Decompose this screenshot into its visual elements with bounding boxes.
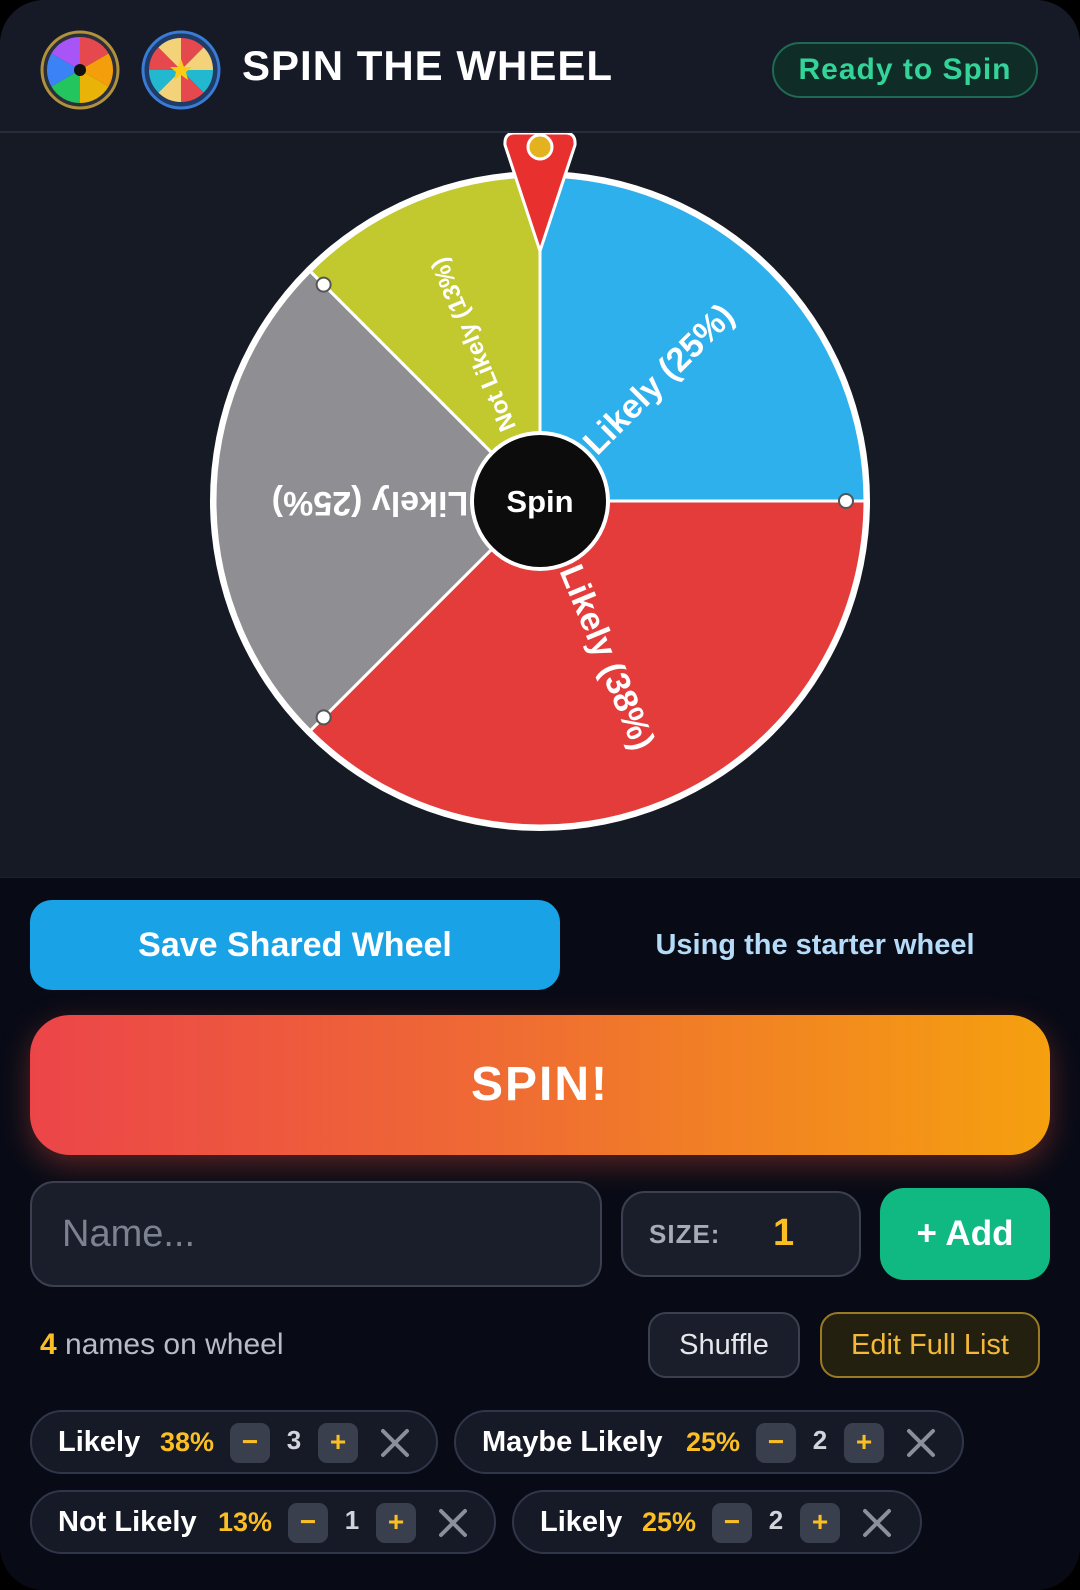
size-label: SIZE:: [649, 1219, 721, 1249]
entry-name: Likely: [58, 1426, 141, 1458]
name-input[interactable]: [30, 1181, 602, 1287]
wheel-peg: [315, 276, 332, 293]
entry-weight: 3: [286, 1425, 302, 1455]
add-button[interactable]: + Add: [880, 1188, 1050, 1280]
entry-name: Likely: [540, 1506, 623, 1538]
app-title: SPIN THE WHEEL: [242, 42, 614, 89]
pointer-dot: [526, 133, 554, 161]
entry-weight: 2: [812, 1425, 828, 1455]
entry-chip: Maybe Likely 25% − 2 +: [454, 1410, 964, 1474]
size-field[interactable]: SIZE: 1: [621, 1191, 861, 1277]
entry-name: Maybe Likely: [482, 1426, 663, 1458]
wheel-segment-label: Likely (25%): [272, 484, 469, 522]
names-count: 4 names on wheel: [40, 1315, 284, 1375]
remove-entry-icon[interactable]: [436, 1506, 470, 1540]
entry-chip: Not Likely 13% − 1 +: [30, 1490, 496, 1554]
entry-chip: Likely 25% − 2 +: [512, 1490, 922, 1554]
spin-hub-label: Spin: [506, 484, 573, 519]
decrease-weight-button[interactable]: −: [288, 1503, 328, 1543]
save-shared-wheel-button[interactable]: Save Shared Wheel: [30, 900, 560, 990]
entry-name: Not Likely: [58, 1506, 197, 1538]
shuffle-button[interactable]: Shuffle: [648, 1312, 800, 1378]
decrease-weight-button[interactable]: −: [756, 1423, 796, 1463]
starburst-wheel-icon[interactable]: [141, 30, 221, 110]
remove-entry-icon[interactable]: [860, 1506, 894, 1540]
entry-percent: 25%: [642, 1507, 697, 1537]
controls-panel: Save Shared Wheel Using the starter whee…: [0, 877, 1080, 1590]
entry-percent: 13%: [218, 1507, 273, 1537]
spin-wheel[interactable]: Likely (25%)Likely (38%)Likely (25%)Not …: [0, 133, 1080, 877]
entry-chip: Likely 38% − 3 +: [30, 1410, 438, 1474]
rainbow-wheel-icon[interactable]: [40, 30, 120, 110]
increase-weight-button[interactable]: +: [844, 1423, 884, 1463]
names-count-number: 4: [40, 1328, 57, 1361]
decrease-weight-button[interactable]: −: [712, 1503, 752, 1543]
starter-wheel-note: Using the starter wheel: [655, 929, 975, 961]
status-badge: Ready to Spin: [772, 42, 1038, 98]
increase-weight-button[interactable]: +: [376, 1503, 416, 1543]
spin-button[interactable]: SPIN!: [30, 1015, 1050, 1155]
wheel-peg: [315, 709, 332, 726]
entry-weight: 1: [344, 1505, 360, 1535]
size-value[interactable]: 1: [773, 1193, 794, 1273]
decrease-weight-button[interactable]: −: [230, 1423, 270, 1463]
remove-entry-icon[interactable]: [378, 1426, 412, 1460]
remove-entry-icon[interactable]: [904, 1426, 938, 1460]
names-count-suffix: names on wheel: [65, 1328, 284, 1361]
entry-weight: 2: [768, 1505, 784, 1535]
entry-percent: 25%: [686, 1427, 741, 1457]
entry-percent: 38%: [160, 1427, 215, 1457]
edit-full-list-button[interactable]: Edit Full List: [820, 1312, 1040, 1378]
increase-weight-button[interactable]: +: [800, 1503, 840, 1543]
header: SPIN THE WHEEL Ready to Spin: [0, 0, 1080, 133]
wheel-peg: [838, 493, 854, 509]
increase-weight-button[interactable]: +: [318, 1423, 358, 1463]
app-window: SPIN THE WHEEL Ready to Spin Likely (25%…: [0, 0, 1080, 1590]
wheel-area: Likely (25%) Likely (38%) Likely (25%) Not …: [0, 133, 1080, 877]
